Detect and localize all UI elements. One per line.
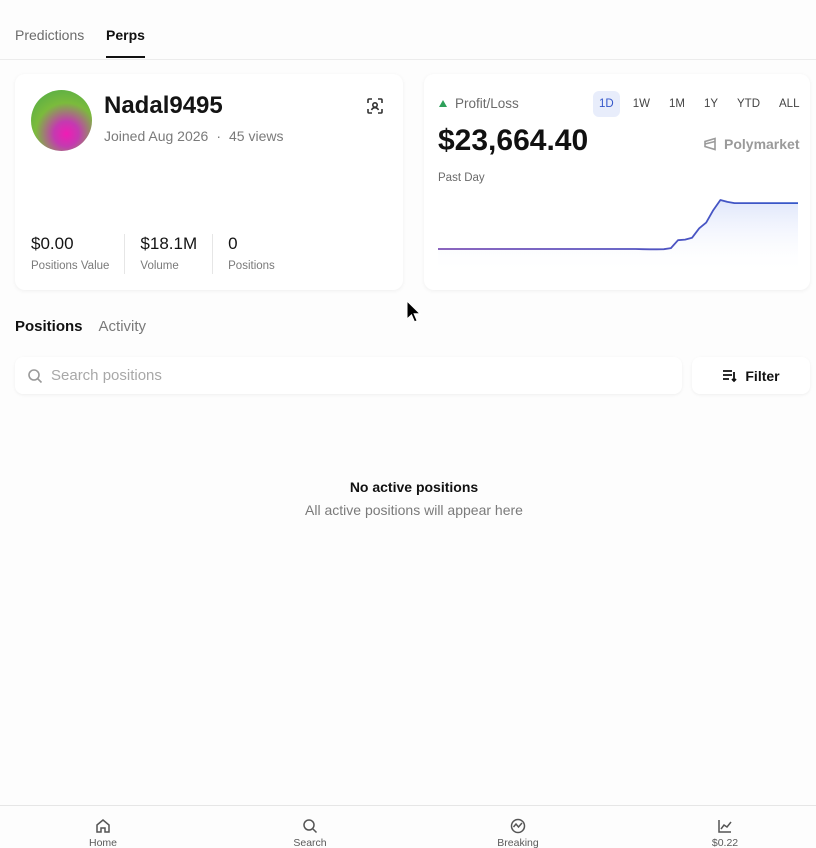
search-icon: [28, 368, 43, 383]
breaking-icon: [510, 818, 526, 834]
empty-state-subtitle: All active positions will appear here: [305, 502, 523, 518]
pnl-period: Past Day: [438, 172, 485, 184]
stat-value: 0: [228, 234, 238, 253]
chart-area-fill: [438, 200, 798, 274]
filter-button[interactable]: Filter: [692, 357, 810, 394]
stat-value: $18.1M: [140, 234, 198, 253]
pnl-header: Profit/Loss: [439, 96, 519, 111]
profile-stats: $0.00 Positions Value $18.1M Volume 0 Po…: [31, 234, 305, 274]
tab-positions[interactable]: Positions: [15, 318, 83, 335]
range-selector: 1D 1W 1M 1Y YTD ALL: [593, 91, 812, 117]
brand-watermark: Polymarket: [702, 136, 799, 152]
range-1m[interactable]: 1M: [663, 91, 691, 117]
range-1d[interactable]: 1D: [593, 91, 620, 117]
filter-icon: [723, 369, 738, 382]
search-input[interactable]: [51, 367, 651, 384]
pnl-label: Profit/Loss: [455, 96, 519, 111]
profile-card: Nadal9495 Joined Aug 2026 · 45 views $0.00…: [15, 74, 403, 290]
nav-search[interactable]: Search: [270, 818, 350, 848]
nav-label: Home: [88, 837, 117, 848]
range-1y[interactable]: 1Y: [698, 91, 724, 117]
chart-icon: [718, 820, 732, 833]
bottom-nav: Home Search Breaking $0.22: [0, 805, 816, 848]
tab-predictions[interactable]: Predictions: [15, 27, 84, 43]
empty-state-title: No active positions: [349, 479, 479, 495]
stat-volume: $18.1M Volume: [140, 234, 214, 274]
joined-date: Joined Aug 2026: [104, 128, 209, 144]
stat-label: Volume: [140, 260, 179, 272]
stat-positions-value: $0.00 Positions Value: [31, 234, 126, 274]
tab-activity[interactable]: Activity: [99, 318, 147, 335]
mouse-cursor-icon: [406, 300, 422, 323]
nav-breaking[interactable]: Breaking: [478, 818, 558, 848]
stat-label: Positions: [228, 260, 275, 272]
avatar: [31, 90, 92, 151]
scan-icon[interactable]: [366, 97, 384, 115]
tab-perps[interactable]: Perps: [106, 27, 145, 58]
pnl-value: $23,664.40: [438, 124, 589, 157]
meta-separator: ·: [216, 128, 221, 144]
stat-value: $0.00: [31, 234, 74, 253]
search-bar: [15, 357, 682, 394]
home-icon: [96, 819, 110, 833]
range-all[interactable]: ALL: [773, 91, 805, 117]
pnl-chart: [438, 199, 798, 274]
stat-positions: 0 Positions: [228, 234, 290, 274]
nav-label: Breaking: [497, 837, 539, 848]
top-tabs: Predictions Perps: [0, 0, 816, 60]
username: Nadal9495: [104, 92, 223, 119]
polymarket-icon: [704, 137, 716, 151]
stat-label: Positions Value: [31, 260, 110, 272]
pnl-card: Profit/Loss 1D 1W 1M 1Y YTD ALL $23,664.…: [424, 74, 810, 290]
section-tabs: Positions Activity: [15, 318, 162, 335]
brand-name: Polymarket: [724, 136, 800, 152]
profile-meta: Joined Aug 2026 · 45 views: [104, 128, 283, 144]
nav-home[interactable]: Home: [63, 818, 143, 848]
filter-label: Filter: [745, 367, 780, 384]
nav-label: $0.22: [711, 837, 739, 848]
range-ytd[interactable]: YTD: [731, 91, 766, 117]
nav-portfolio[interactable]: $0.22: [685, 818, 765, 848]
search-icon: [303, 819, 318, 834]
nav-label: Search: [293, 837, 327, 848]
range-1w[interactable]: 1W: [627, 91, 656, 117]
view-count: 45 views: [229, 128, 284, 144]
up-arrow-icon: [439, 100, 447, 107]
